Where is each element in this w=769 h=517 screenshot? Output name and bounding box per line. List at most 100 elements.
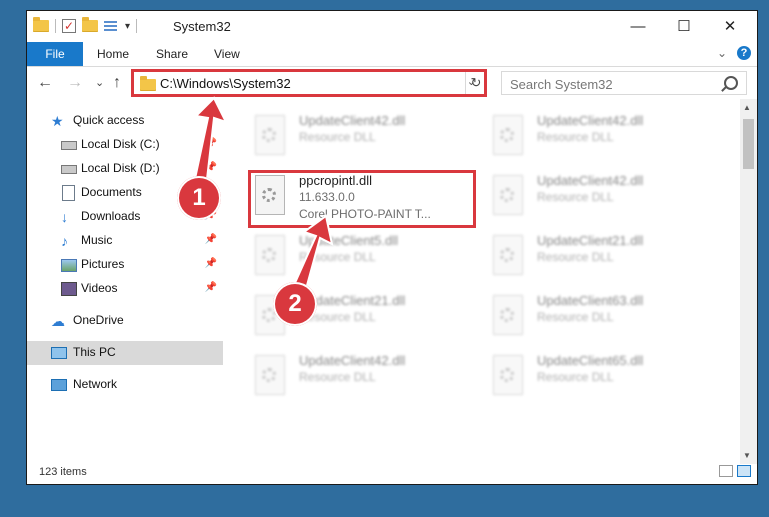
tab-file[interactable]: File xyxy=(27,42,83,66)
folder-icon xyxy=(140,76,156,91)
file-name: UpdateClient65.dll xyxy=(537,353,644,368)
qat-dropdown-icon[interactable]: ▾ xyxy=(125,21,130,32)
toolbar-separator xyxy=(136,19,138,33)
file-description: Corel PHOTO-PAINT T... xyxy=(299,207,431,221)
file-item[interactable]: UpdateClient42.dll Resource DLL xyxy=(487,171,717,229)
sidebar-item-label: Music xyxy=(81,233,113,247)
file-item[interactable]: UpdateClient42.dll Resource DLL xyxy=(487,111,717,169)
sidebar-item-label: Local Disk (C:) xyxy=(81,137,160,151)
sidebar-item-label: OneDrive xyxy=(73,313,124,327)
file-name: UpdateClient42.dll xyxy=(537,173,644,188)
sidebar-item-network[interactable]: Network xyxy=(27,373,223,397)
scrollbar-thumb[interactable] xyxy=(743,119,754,169)
dll-file-icon xyxy=(255,235,285,275)
file-item[interactable]: UpdateClient21.dll Resource DLL xyxy=(487,231,717,289)
address-bar[interactable]: C:\Windows\System32 ⌄ xyxy=(133,71,485,95)
tab-home[interactable]: Home xyxy=(97,42,129,66)
file-name: UpdateClient21.dll xyxy=(537,233,644,248)
scroll-up-icon[interactable]: ▲ xyxy=(743,103,751,112)
properties-check-icon[interactable]: ✓ xyxy=(62,19,76,33)
refresh-button[interactable]: ↻ xyxy=(465,71,487,95)
dll-file-icon xyxy=(493,175,523,215)
sidebar-item-quick-access[interactable]: ★ Quick access xyxy=(27,109,223,133)
sidebar-item-music[interactable]: ♪ Music 📌 xyxy=(27,229,223,253)
tab-share[interactable]: Share xyxy=(156,42,188,66)
maximize-button[interactable]: ☐ xyxy=(661,11,707,42)
pin-icon[interactable]: 📌 xyxy=(205,282,217,293)
details-view-icon[interactable] xyxy=(719,465,733,477)
file-explorer-window: ✓ ▾ System32 — ☐ ✕ File Home Share View … xyxy=(26,10,758,485)
close-button[interactable]: ✕ xyxy=(707,11,753,42)
file-name: ppcropintl.dll xyxy=(299,173,372,188)
sidebar-item-pictures[interactable]: Pictures 📌 xyxy=(27,253,223,277)
sidebar-item-label: Local Disk (D:) xyxy=(81,161,160,175)
pin-icon[interactable]: 📌 xyxy=(205,162,217,173)
sidebar-item-videos[interactable]: Videos 📌 xyxy=(27,277,223,301)
scroll-down-icon[interactable]: ▼ xyxy=(743,451,751,460)
file-item[interactable]: UpdateClient5.dll Resource DLL xyxy=(249,231,479,289)
tab-view[interactable]: View xyxy=(214,42,240,66)
music-icon: ♪ xyxy=(61,233,68,249)
up-button[interactable]: ↑ xyxy=(113,73,121,93)
sidebar-item-this-pc[interactable]: This PC xyxy=(27,341,223,365)
search-input[interactable]: Search System32 xyxy=(510,77,613,92)
dll-file-icon xyxy=(493,235,523,275)
sidebar-item-label: This PC xyxy=(73,345,116,359)
address-path[interactable]: C:\Windows\System32 xyxy=(160,76,291,91)
sidebar-item-label: Pictures xyxy=(81,257,125,271)
pin-icon[interactable]: 📌 xyxy=(205,258,217,269)
pin-icon[interactable]: 📌 xyxy=(205,234,217,245)
file-type: Resource DLL xyxy=(537,250,614,264)
file-item-ppcropintl[interactable]: ppcropintl.dll 11.633.0.0 Corel PHOTO-PA… xyxy=(249,171,479,229)
tiles-view-icon[interactable] xyxy=(737,465,751,477)
status-bar: 123 items xyxy=(27,460,757,484)
new-folder-icon[interactable] xyxy=(82,17,98,32)
dll-file-icon xyxy=(255,115,285,155)
dll-file-icon xyxy=(493,295,523,335)
navigation-pane: ★ Quick access Local Disk (C:) 📌 Local D… xyxy=(27,105,223,461)
customize-icon[interactable] xyxy=(104,20,119,33)
file-name: UpdateClient5.dll xyxy=(299,233,399,248)
file-type: Resource DLL xyxy=(537,190,614,204)
folder-icon xyxy=(33,17,49,32)
file-item[interactable]: UpdateClient65.dll Resource DLL xyxy=(487,351,717,409)
search-box[interactable]: Search System32 xyxy=(501,71,747,95)
videos-icon xyxy=(61,282,77,296)
file-item[interactable]: UpdateClient42.dll Resource DLL xyxy=(249,111,479,169)
star-icon: ★ xyxy=(51,113,64,129)
cloud-icon: ☁ xyxy=(51,313,65,329)
sidebar-item-local-disk-c[interactable]: Local Disk (C:) 📌 xyxy=(27,133,223,157)
file-name: UpdateClient42.dll xyxy=(299,353,406,368)
sidebar-item-label: Documents xyxy=(81,185,142,199)
minimize-button[interactable]: — xyxy=(615,11,661,42)
search-icon[interactable] xyxy=(724,76,738,90)
sidebar-item-label: Videos xyxy=(81,281,118,295)
file-name: UpdateClient42.dll xyxy=(537,113,644,128)
download-icon: ↓ xyxy=(61,209,68,225)
document-icon xyxy=(62,185,75,201)
dll-file-icon xyxy=(493,115,523,155)
drive-icon xyxy=(61,165,77,174)
file-item[interactable]: UpdateClient42.dll Resource DLL xyxy=(249,351,479,409)
back-button[interactable]: ← xyxy=(37,73,53,93)
dll-file-icon xyxy=(493,355,523,395)
dll-file-icon xyxy=(255,175,285,215)
navigation-bar: ← → ⌄ ↑ C:\Windows\System32 ⌄ ↻ Search S… xyxy=(27,67,757,99)
title-bar: ✓ ▾ System32 — ☐ ✕ xyxy=(27,11,757,42)
expand-ribbon-icon[interactable]: ⌄ xyxy=(717,46,727,60)
file-item[interactable]: UpdateClient63.dll Resource DLL xyxy=(487,291,717,349)
recent-locations-button[interactable]: ⌄ xyxy=(95,73,104,93)
pin-icon[interactable]: 📌 xyxy=(205,138,217,149)
vertical-scrollbar[interactable]: ▲ ▼ xyxy=(740,99,757,464)
item-count: 123 items xyxy=(39,466,87,478)
toolbar-separator xyxy=(55,19,56,33)
forward-button[interactable]: → xyxy=(67,73,83,93)
view-buttons xyxy=(719,465,751,477)
sidebar-item-label: Downloads xyxy=(81,209,141,223)
file-type: Resource DLL xyxy=(299,250,376,264)
file-name: UpdateClient42.dll xyxy=(299,113,406,128)
help-icon[interactable]: ? xyxy=(737,46,751,60)
sidebar-item-onedrive[interactable]: ☁ OneDrive xyxy=(27,309,223,333)
file-type: Resource DLL xyxy=(537,130,614,144)
file-list: UpdateClient42.dll Resource DLL ppcropin… xyxy=(245,105,737,461)
